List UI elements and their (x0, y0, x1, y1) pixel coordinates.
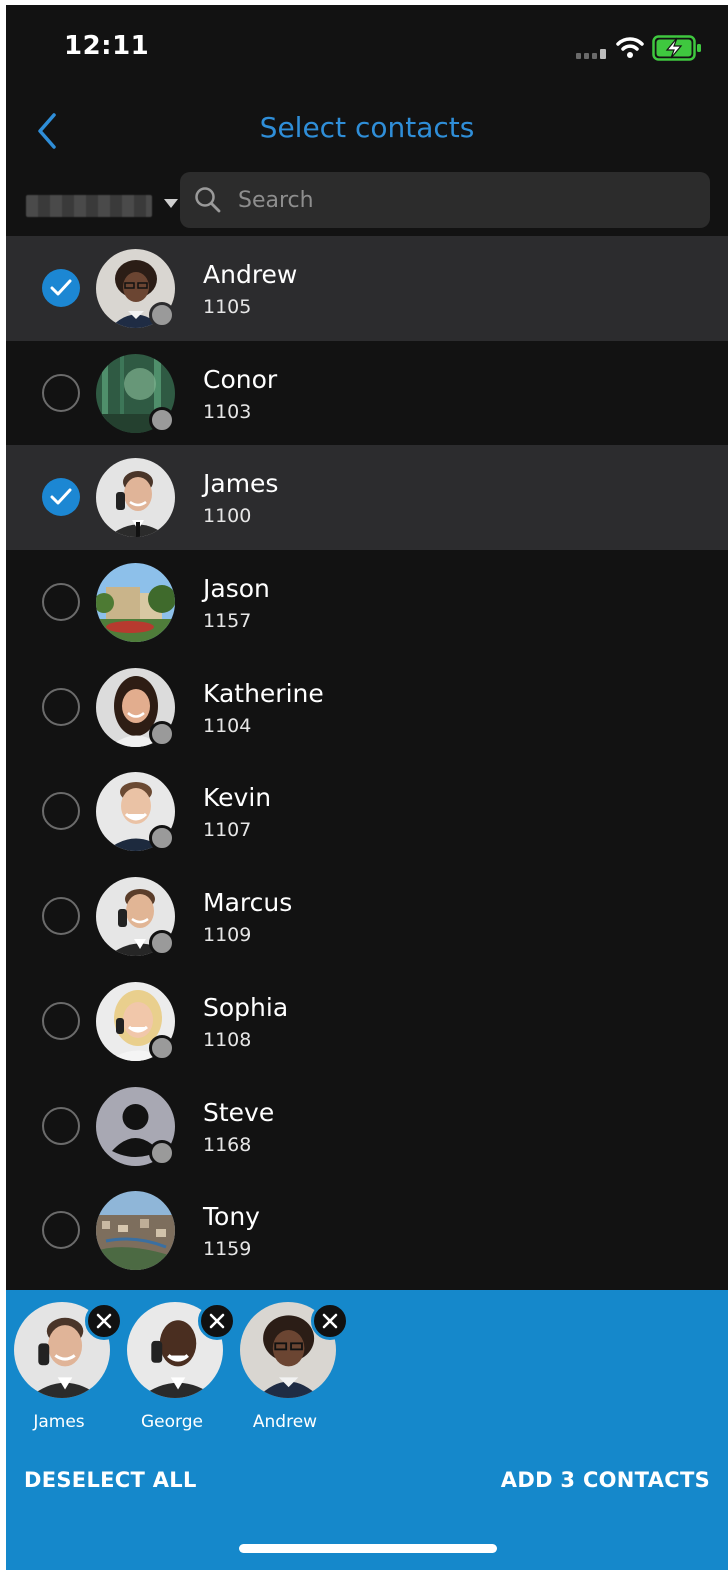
checkbox-unchecked[interactable] (42, 1001, 80, 1040)
avatar (96, 458, 175, 538)
presence-indicator (149, 930, 175, 957)
checkbox-unchecked[interactable] (42, 1211, 80, 1250)
checkbox-unchecked[interactable] (42, 687, 80, 726)
presence-indicator (149, 302, 175, 328)
contact-extension: 1159 (203, 1238, 252, 1261)
contact-name: Jason (203, 574, 270, 604)
caret-down-icon (164, 199, 178, 208)
contact-extension: 1157 (203, 610, 252, 633)
contact-extension: 1103 (203, 400, 252, 423)
remove-chip-button[interactable] (311, 1302, 349, 1340)
avatar (96, 1191, 175, 1271)
close-icon (96, 1313, 112, 1329)
contact-row-steve[interactable]: Steve 1168 (6, 1073, 728, 1179)
presence-indicator (149, 1139, 175, 1166)
contact-row-sophia[interactable]: Sophia 1108 (6, 968, 728, 1074)
contact-name: James (203, 469, 279, 499)
avatar (96, 667, 175, 747)
header: Select contacts (6, 93, 728, 173)
avatar (96, 249, 175, 328)
checkbox-unchecked[interactable] (42, 897, 80, 936)
home-indicator[interactable] (239, 1544, 497, 1553)
contact-row-marcus[interactable]: Marcus 1109 (6, 864, 728, 969)
contact-name: Sophia (203, 992, 289, 1022)
page-title: Select contacts (259, 111, 475, 144)
avatar (96, 772, 175, 852)
checkbox-unchecked[interactable] (42, 1106, 80, 1145)
presence-indicator (149, 720, 175, 747)
checkbox-unchecked[interactable] (42, 583, 80, 622)
contact-name: Kevin (203, 783, 272, 813)
contact-list: Andrew 1105 Conor 1103 James 1100 Jason … (6, 236, 728, 1283)
search-input[interactable] (238, 172, 698, 228)
search-box[interactable] (180, 172, 710, 228)
chip-label: Andrew (252, 1412, 318, 1432)
selected-chip-george: George (122, 1302, 236, 1442)
presence-indicator (149, 825, 175, 852)
signal-icon (576, 49, 606, 59)
checkbox-unchecked[interactable] (42, 373, 80, 412)
remove-chip-button[interactable] (198, 1302, 236, 1340)
contact-extension: 1108 (203, 1028, 252, 1051)
wifi-icon (616, 37, 644, 58)
close-icon (322, 1313, 338, 1329)
deselect-all-button[interactable]: DESELECT ALL (24, 1468, 197, 1492)
contact-extension: 1105 (203, 296, 252, 318)
contact-name: Conor (203, 364, 278, 394)
contact-name: Katherine (203, 678, 324, 708)
chip-label: James (33, 1412, 85, 1432)
avatar (96, 563, 175, 643)
selected-chip-james: James (9, 1302, 123, 1442)
contact-extension: 1104 (203, 714, 252, 737)
remove-chip-button[interactable] (85, 1302, 123, 1340)
contact-extension: 1109 (203, 924, 252, 947)
checkbox-unchecked[interactable] (42, 792, 80, 831)
contact-name: Andrew (203, 260, 298, 289)
contact-extension: 1168 (203, 1133, 252, 1156)
contact-row-conor[interactable]: Conor 1103 (6, 340, 728, 446)
checkmark-icon (50, 488, 72, 505)
avatar (96, 877, 175, 957)
contact-row-jason[interactable]: Jason 1157 (6, 550, 728, 655)
contact-extension: 1107 (203, 819, 252, 842)
filter-dropdown[interactable] (18, 187, 178, 223)
app-screen: 12:11 Select contacts Search Andrew 1105… (6, 5, 728, 1570)
contact-name: Tony (203, 1202, 260, 1232)
contact-row-andrew[interactable]: Andrew 1105 (6, 236, 728, 341)
filter-value-redacted (26, 195, 152, 217)
checkbox-checked[interactable] (42, 478, 80, 517)
avatar (96, 1086, 175, 1166)
presence-indicator (149, 1034, 175, 1061)
search-icon (195, 187, 221, 213)
avatar (96, 981, 175, 1061)
contact-name: Steve (203, 1097, 275, 1127)
contact-name: Marcus (203, 888, 293, 918)
presence-indicator (149, 406, 175, 433)
checkmark-icon (50, 279, 72, 296)
add-contacts-button[interactable]: ADD 3 CONTACTS (501, 1468, 710, 1492)
battery-charging-icon (652, 35, 701, 61)
contact-row-katherine[interactable]: Katherine 1104 (6, 654, 728, 760)
status-time: 12:11 (64, 31, 150, 61)
avatar (96, 353, 175, 433)
selected-chip-andrew: Andrew (235, 1302, 349, 1442)
chip-label: George (141, 1412, 203, 1432)
contact-row-tony[interactable]: Tony 1159 (6, 1178, 728, 1283)
checkbox-checked[interactable] (42, 269, 80, 307)
contact-row-kevin[interactable]: Kevin 1107 (6, 759, 728, 865)
status-bar: 12:11 (6, 5, 728, 93)
contact-extension: 1100 (203, 505, 252, 528)
selection-panel: James George Andrew DESELECT ALL ADD 3 C… (6, 1290, 728, 1570)
close-icon (209, 1313, 225, 1329)
contact-row-james[interactable]: James 1100 (6, 445, 728, 551)
